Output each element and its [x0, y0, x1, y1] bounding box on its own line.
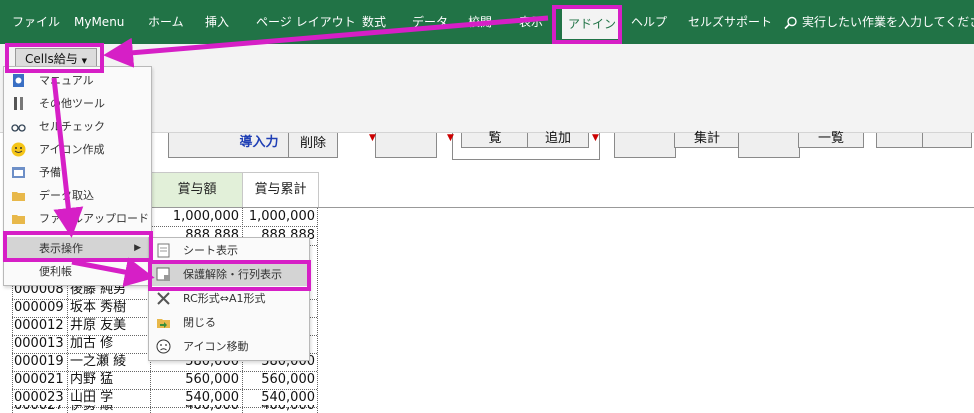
annotation-arrows — [51, 15, 549, 287]
arrow-cells-to-display — [51, 77, 84, 238]
arrow-display-to-unprotect — [71, 257, 155, 287]
arrow-addins-to-cells — [103, 15, 549, 68]
